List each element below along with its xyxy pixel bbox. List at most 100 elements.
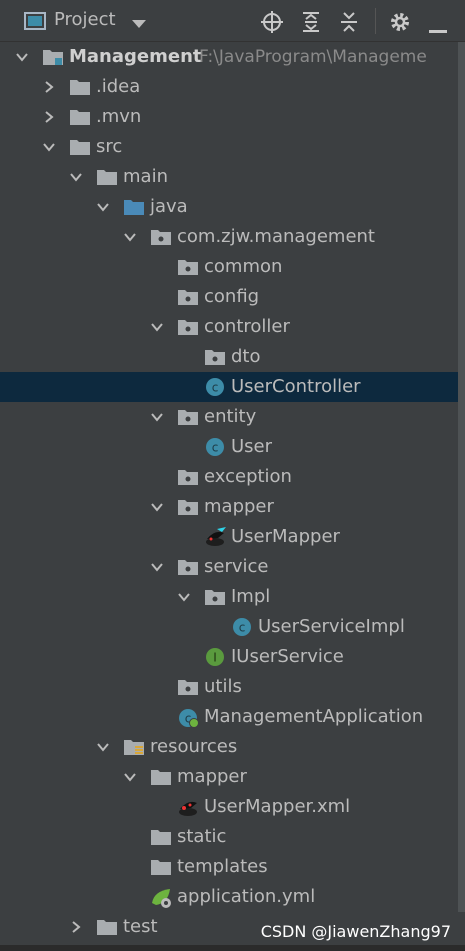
yaml-config-icon [150,887,172,908]
chevron-right-icon[interactable] [41,79,57,95]
tree-item-label: main [123,166,168,187]
svg-text:c: c [239,621,246,635]
collapse-all-icon[interactable] [339,11,359,37]
tree-row[interactable]: exception [0,462,458,492]
tree-item-label: Management [69,46,202,67]
tree-row[interactable]: java [0,192,458,222]
gear-icon[interactable] [389,11,411,37]
tree-row[interactable]: service [0,552,458,582]
svg-text:c: c [212,381,219,395]
watermark: CSDN @JiawenZhang97 [260,922,451,941]
tree-item-label: .mvn [96,106,142,127]
tree-row[interactable]: src [0,132,458,162]
locate-icon[interactable] [261,11,283,37]
tree-row[interactable]: com.zjw.management [0,222,458,252]
tree-row[interactable]: c UserController [0,372,458,402]
mybatis-mapper-icon [204,527,226,547]
folder-icon [69,107,91,127]
chevron-down-icon[interactable] [41,139,57,155]
package-icon [177,257,199,277]
chevron-down-icon[interactable] [149,499,165,515]
tree-row[interactable]: UserMapper [0,522,458,552]
tree-item-label: utils [204,676,242,697]
chevron-down-icon[interactable] [95,739,111,755]
package-icon [150,227,172,247]
tree-row[interactable]: c ManagementApplication [0,702,458,732]
tree-row[interactable]: main [0,162,458,192]
tree-row[interactable]: utils [0,672,458,702]
tree-row[interactable]: static [0,822,458,852]
chevron-down-icon[interactable] [122,769,138,785]
chevron-down-icon[interactable] [95,199,111,215]
tree-item-label: controller [204,316,290,337]
package-icon [177,287,199,307]
tree-item-label: entity [204,406,257,427]
chevron-down-icon[interactable] [149,559,165,575]
tree-item-label: config [204,286,260,307]
tree-item-label: UserMapper [231,526,340,547]
tree-item-label: IUserService [231,646,344,667]
chevron-down-icon[interactable] [14,49,30,65]
chevron-down-icon[interactable] [149,319,165,335]
folder-icon [69,77,91,97]
tree-item-label: Impl [231,586,271,607]
chevron-down-icon[interactable] [122,229,138,245]
tree-item-label: mapper [177,766,247,787]
tree-row[interactable]: common [0,252,458,282]
mybatis-xml-icon [177,797,199,817]
tree-item-label: UserMapper.xml [204,796,351,817]
chevron-right-icon[interactable] [41,109,57,125]
tree-row[interactable]: entity [0,402,458,432]
tree-row[interactable]: .idea [0,72,458,102]
chevron-down-icon[interactable] [131,15,147,34]
class-icon: c [204,437,226,457]
tree-item-label: test [123,916,158,937]
project-panel-header: Project [0,0,465,42]
folder-icon [96,917,118,937]
panel-title[interactable]: Project [54,9,116,30]
tree-row[interactable]: resources [0,732,458,762]
package-icon [177,677,199,697]
resources-folder-icon [123,737,145,757]
chevron-down-icon[interactable] [149,409,165,425]
chevron-down-icon[interactable] [176,589,192,605]
tree-item-label: ManagementApplication [204,706,424,727]
tree-row[interactable]: mapper [0,762,458,792]
tree-row[interactable]: I IUserService [0,642,458,672]
package-icon [177,557,199,577]
toolbar-divider [375,8,377,38]
vertical-scrollbar[interactable] [458,42,465,912]
folder-icon [150,857,172,877]
source-folder-icon [123,197,145,217]
tree-item-label: exception [204,466,292,487]
tree-row[interactable]: c UserServiceImpl [0,612,458,642]
chevron-right-icon[interactable] [68,919,84,935]
tree-row[interactable]: Management F:\JavaProgram\Manageme [0,42,458,72]
svg-text:I: I [213,651,217,665]
folder-icon [150,767,172,787]
expand-all-icon[interactable] [301,11,321,37]
tree-row[interactable]: application.yml [0,882,458,912]
tree-item-label: static [177,826,227,847]
tree-row[interactable]: controller [0,312,458,342]
package-icon [177,467,199,487]
tree-row[interactable]: templates [0,852,458,882]
project-view-icon[interactable] [24,11,46,35]
tree-row[interactable]: dto [0,342,458,372]
package-icon [204,347,226,367]
tree-item-label: mapper [204,496,274,517]
tree-row[interactable]: UserMapper.xml [0,792,458,822]
tree-row[interactable]: mapper [0,492,458,522]
tree-row[interactable]: c User [0,432,458,462]
tree-row[interactable]: .mvn [0,102,458,132]
folder-icon [150,827,172,847]
minimize-icon[interactable] [429,19,447,38]
folder-icon [96,167,118,187]
project-tree[interactable]: Management F:\JavaProgram\Manageme .idea .m… [0,42,465,951]
tree-item-label: User [231,436,273,457]
class-icon: c [204,377,226,397]
chevron-down-icon[interactable] [68,169,84,185]
tree-row[interactable]: config [0,282,458,312]
tree-item-label: java [150,196,188,217]
tree-row[interactable]: Impl [0,582,458,612]
